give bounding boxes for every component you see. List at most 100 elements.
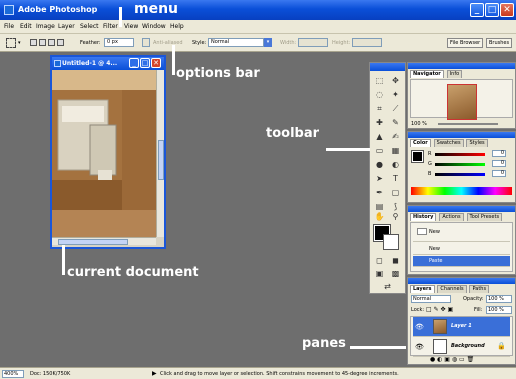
navigator-preview-area[interactable] (410, 79, 513, 120)
file-browser-button[interactable]: File Browser (447, 38, 484, 48)
color-palette-header[interactable] (408, 132, 515, 138)
navigator-zoom-slider[interactable] (438, 123, 498, 125)
tab-layers[interactable]: Layers (410, 285, 435, 293)
add-selection-icon[interactable] (39, 39, 46, 46)
tab-history[interactable]: History (410, 213, 437, 221)
document-horizontal-scrollbar[interactable] (52, 237, 156, 245)
menu-edit[interactable]: Edit (20, 23, 32, 30)
full-screen-mode-icon[interactable]: ▩ (389, 268, 402, 279)
history-brush-tool-icon[interactable]: ✍ (389, 131, 402, 142)
status-zoom-input[interactable]: 400% (2, 370, 24, 378)
move-tool-icon[interactable]: ✥ (389, 75, 402, 86)
pen-tool-icon[interactable]: ✒ (373, 187, 386, 198)
blend-mode-select[interactable]: Normal (411, 295, 451, 303)
menu-filter[interactable]: Filter (103, 23, 118, 30)
screen-mode-icon[interactable]: ▣ (373, 268, 386, 279)
navigator-thumbnail[interactable] (447, 84, 477, 120)
dodge-tool-icon[interactable]: ◐ (389, 159, 402, 170)
tab-actions[interactable]: Actions (439, 213, 464, 221)
new-selection-icon[interactable] (30, 39, 37, 46)
document-canvas[interactable] (52, 70, 156, 237)
visibility-eye-icon[interactable]: 👁 (415, 343, 424, 351)
document-vertical-scrollbar[interactable] (156, 70, 164, 237)
history-item[interactable]: New (413, 244, 510, 255)
color-b-input[interactable]: 0 (492, 170, 506, 177)
width-input[interactable] (298, 38, 328, 47)
tab-swatches[interactable]: Swatches (433, 139, 464, 147)
document-title-bar[interactable]: Untitled-1 @ 4... _ □ ✕ (52, 57, 164, 70)
jump-to-imageready-icon[interactable]: ⇄ (381, 281, 394, 292)
tab-tool-presets[interactable]: Tool Presets (466, 213, 503, 221)
tab-styles[interactable]: Styles (466, 139, 488, 147)
subtract-selection-icon[interactable] (48, 39, 55, 46)
intersect-selection-icon[interactable] (57, 39, 64, 46)
crop-tool-icon[interactable]: ⌗ (373, 103, 386, 114)
tab-navigator[interactable]: Navigator (410, 70, 444, 78)
visibility-eye-icon[interactable]: 👁 (415, 323, 424, 331)
magic-wand-tool-icon[interactable]: ✦ (389, 89, 402, 100)
brush-tool-icon[interactable]: ✎ (389, 117, 402, 128)
gradient-tool-icon[interactable]: ▦ (389, 145, 402, 156)
tab-channels[interactable]: Channels (437, 285, 467, 293)
tool-preset-chevron-icon[interactable]: ▾ (18, 40, 21, 46)
color-r-slider[interactable] (435, 153, 485, 156)
background-color-swatch[interactable] (383, 234, 399, 250)
height-input[interactable] (352, 38, 382, 47)
navigator-zoom-value[interactable]: 100 % (411, 121, 427, 127)
document-maximize-button[interactable]: □ (140, 58, 150, 68)
menu-layer[interactable]: Layer (58, 23, 75, 30)
feather-input[interactable]: 0 px (104, 38, 134, 47)
color-foreground-swatch[interactable] (411, 150, 424, 163)
history-item[interactable]: Paste (413, 256, 510, 267)
lock-icons[interactable]: □ ✎ ✥ ▣ (426, 306, 453, 313)
menu-select[interactable]: Select (80, 23, 99, 30)
lasso-tool-icon[interactable]: ◌ (373, 89, 386, 100)
slice-tool-icon[interactable]: ⟋ (389, 103, 402, 114)
status-arrow-icon[interactable]: ▶ (152, 370, 157, 377)
marquee-tool-icon[interactable] (6, 38, 16, 48)
close-button[interactable]: ✕ (500, 3, 514, 17)
brushes-button[interactable]: Brushes (486, 38, 513, 48)
layer-row[interactable]: 👁 Background 🔒 (413, 337, 510, 357)
blur-tool-icon[interactable]: ● (373, 159, 386, 170)
menu-view[interactable]: View (124, 23, 138, 30)
tab-color[interactable]: Color (410, 139, 431, 147)
layers-palette-header[interactable] (408, 278, 515, 284)
opacity-input[interactable]: 100 % (486, 295, 512, 303)
tab-info[interactable]: Info (446, 70, 463, 78)
document-close-button[interactable]: ✕ (151, 58, 161, 68)
menu-image[interactable]: Image (36, 23, 55, 30)
layer-row[interactable]: 👁 Layer 1 (413, 317, 510, 337)
style-select[interactable]: Normal (208, 38, 264, 47)
style-dropdown-arrow-icon[interactable]: ▾ (264, 38, 272, 47)
vertical-scroll-thumb[interactable] (158, 140, 164, 180)
horizontal-scroll-thumb[interactable] (58, 239, 128, 245)
clone-stamp-tool-icon[interactable]: ▲ (373, 131, 386, 142)
history-snapshot[interactable]: New (413, 224, 510, 242)
shape-tool-icon[interactable]: ▢ (389, 187, 402, 198)
hand-tool-icon[interactable]: ✋ (373, 211, 386, 222)
color-g-input[interactable]: 0 (492, 160, 506, 167)
color-b-slider[interactable] (435, 173, 485, 176)
path-selection-tool-icon[interactable]: ➤ (373, 173, 386, 184)
color-r-input[interactable]: 0 (492, 150, 506, 157)
color-spectrum-ramp[interactable] (411, 187, 512, 195)
maximize-button[interactable]: □ (485, 3, 499, 17)
fill-input[interactable]: 100 % (486, 306, 512, 314)
zoom-tool-icon[interactable]: ⚲ (389, 211, 402, 222)
tab-paths[interactable]: Paths (469, 285, 490, 293)
standard-mode-icon[interactable]: ◻ (373, 255, 386, 266)
marquee-tool-icon[interactable]: ⬚ (373, 75, 386, 86)
status-doc-size[interactable]: Doc: 150K/750K (30, 371, 70, 377)
minimize-button[interactable]: _ (470, 3, 484, 17)
color-g-slider[interactable] (435, 163, 485, 166)
type-tool-icon[interactable]: T (389, 173, 402, 184)
document-minimize-button[interactable]: _ (129, 58, 139, 68)
layers-bottom-icons[interactable]: ● ◐ ▣ ◍ ▭ 🗑 (430, 356, 474, 363)
menu-file[interactable]: File (4, 23, 14, 30)
menu-window[interactable]: Window (142, 23, 166, 30)
document-window[interactable]: Untitled-1 @ 4... _ □ ✕ (50, 55, 166, 249)
toolbox-header[interactable] (370, 63, 405, 71)
healing-brush-tool-icon[interactable]: ✚ (373, 117, 386, 128)
menu-help[interactable]: Help (170, 23, 184, 30)
